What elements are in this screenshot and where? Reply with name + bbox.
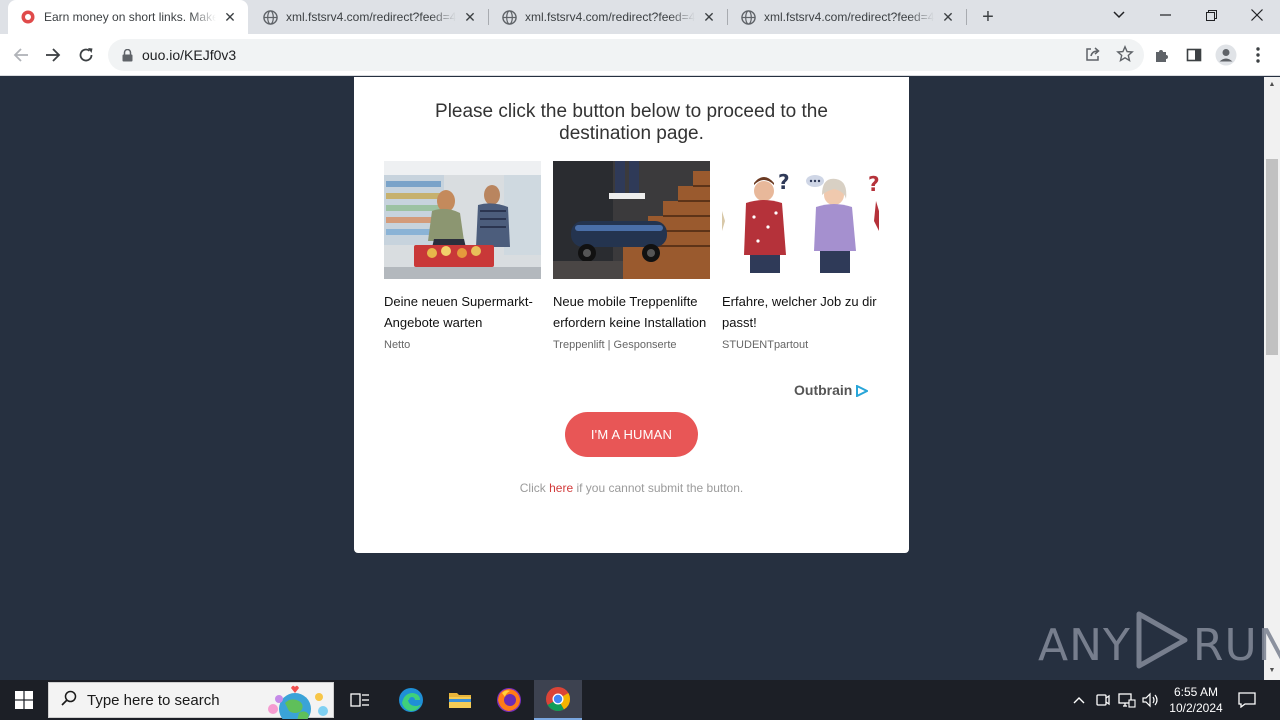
svg-text:?: ? bbox=[778, 170, 790, 194]
tab-title: xml.fstsrv4.com/redirect?feed=4 bbox=[525, 10, 695, 24]
taskbar-search-input[interactable]: Type here to search bbox=[48, 682, 334, 720]
close-window-icon[interactable] bbox=[1234, 0, 1280, 30]
ad-title[interactable]: Deine neuen Supermarkt-Angebote warten bbox=[384, 291, 541, 333]
minimize-icon[interactable] bbox=[1142, 0, 1188, 30]
clock-date: 10/2/2024 bbox=[1169, 701, 1223, 715]
scroll-up-arrow-icon[interactable]: ▲ bbox=[1268, 81, 1276, 89]
firefox-icon[interactable] bbox=[484, 680, 534, 720]
menu-kebab-icon[interactable] bbox=[1245, 42, 1271, 68]
tab-title: xml.fstsrv4.com/redirect?feed=4 bbox=[286, 10, 456, 24]
volume-icon[interactable] bbox=[1141, 680, 1161, 720]
fallback-text: Click here if you cannot submit the butt… bbox=[354, 481, 909, 495]
watermark-left: ANY bbox=[1038, 620, 1131, 671]
url-text: ouo.io/KEJf0v3 bbox=[142, 47, 237, 63]
tab-redirect-3[interactable]: xml.fstsrv4.com/redirect?feed=4 ✕ bbox=[728, 0, 966, 34]
fallback-here-link[interactable]: here bbox=[549, 481, 573, 495]
tab-close-icon[interactable]: ✕ bbox=[940, 9, 956, 25]
im-a-human-button[interactable]: I'M A HUMAN bbox=[565, 412, 698, 457]
content-card: Please click the button below to proceed… bbox=[354, 77, 909, 553]
search-placeholder: Type here to search bbox=[87, 691, 220, 709]
file-explorer-icon[interactable] bbox=[436, 680, 484, 720]
ad-item-job-quiz[interactable]: ? ? Erfahre, welcher Job zu dir passt! S… bbox=[722, 161, 879, 351]
browser-toolbar: ouo.io/KEJf0v3 bbox=[0, 34, 1280, 76]
windows-taskbar: Type here to search 6:55 AM 10/2/2024 bbox=[0, 680, 1280, 720]
ouo-favicon-icon bbox=[20, 9, 36, 25]
anyrun-watermark: ANY RUN bbox=[1038, 610, 1280, 681]
share-icon[interactable] bbox=[1084, 45, 1102, 68]
restore-icon[interactable] bbox=[1188, 0, 1234, 30]
profile-avatar-icon[interactable] bbox=[1213, 42, 1239, 68]
outbrain-logo[interactable]: Outbrain bbox=[794, 382, 870, 398]
watermark-play-icon bbox=[1133, 610, 1191, 681]
tab-redirect-2[interactable]: xml.fstsrv4.com/redirect?feed=4 ✕ bbox=[489, 0, 727, 34]
forward-arrow-icon[interactable] bbox=[40, 42, 66, 68]
search-highlight-globe-icon bbox=[259, 683, 331, 720]
back-arrow-icon[interactable] bbox=[8, 42, 34, 68]
ad-source: STUDENTpartout bbox=[722, 339, 809, 351]
adchoices-play-icon[interactable] bbox=[856, 384, 870, 398]
network-icon[interactable] bbox=[1117, 680, 1137, 720]
tab-search-chevron-icon[interactable] bbox=[1096, 0, 1142, 30]
reload-icon[interactable] bbox=[73, 42, 99, 68]
svg-text:?: ? bbox=[868, 172, 879, 196]
fallback-prefix: Click bbox=[519, 481, 550, 495]
lock-icon[interactable] bbox=[122, 48, 134, 62]
ad-item-stairlift[interactable]: Neue mobile Treppenlifte erfordern keine… bbox=[553, 161, 710, 351]
tray-chevron-up-icon[interactable] bbox=[1070, 680, 1088, 720]
tab-close-icon[interactable]: ✕ bbox=[222, 9, 238, 25]
globe-icon bbox=[740, 9, 756, 25]
ad-title[interactable]: Erfahre, welcher Job zu dir passt! bbox=[722, 291, 879, 333]
tab-close-icon[interactable]: ✕ bbox=[701, 9, 717, 25]
ad-item-supermarket[interactable]: Deine neuen Supermarkt-Angebote warten N… bbox=[384, 161, 541, 351]
watermark-right: RUN bbox=[1192, 620, 1280, 671]
meet-now-icon[interactable] bbox=[1094, 680, 1112, 720]
ad-source: Netto bbox=[384, 339, 411, 351]
tab-strip: Earn money on short links. Make ✕ xml.fs… bbox=[0, 0, 1280, 34]
bookmark-star-icon[interactable] bbox=[1116, 45, 1134, 68]
globe-icon bbox=[501, 9, 517, 25]
tab-separator bbox=[966, 9, 967, 25]
page-viewport: Please click the button below to proceed… bbox=[0, 77, 1264, 680]
page-heading: Please click the button below to proceed… bbox=[435, 101, 828, 144]
tab-close-icon[interactable]: ✕ bbox=[462, 9, 478, 25]
extensions-puzzle-icon[interactable] bbox=[1149, 42, 1175, 68]
notifications-icon[interactable] bbox=[1236, 680, 1258, 720]
page-scrollbar[interactable]: ▲ ▼ bbox=[1264, 77, 1280, 680]
address-bar[interactable]: ouo.io/KEJf0v3 bbox=[108, 39, 1144, 71]
globe-icon bbox=[262, 9, 278, 25]
tab-redirect-1[interactable]: xml.fstsrv4.com/redirect?feed=4 ✕ bbox=[250, 0, 488, 34]
clock-time: 6:55 AM bbox=[1173, 685, 1219, 699]
fallback-suffix: if you cannot submit the button. bbox=[573, 481, 744, 495]
tab-title: Earn money on short links. Make bbox=[44, 10, 216, 24]
search-icon bbox=[61, 690, 77, 711]
ad-thumbnail[interactable] bbox=[553, 161, 710, 279]
ad-thumbnail[interactable]: ? ? bbox=[722, 161, 879, 279]
scroll-thumb[interactable] bbox=[1266, 159, 1278, 355]
taskbar-clock[interactable]: 6:55 AM 10/2/2024 bbox=[1160, 684, 1232, 716]
chrome-taskbar-icon[interactable] bbox=[534, 680, 582, 720]
task-view-icon[interactable] bbox=[336, 680, 384, 720]
ad-title[interactable]: Neue mobile Treppenlifte erfordern keine… bbox=[553, 291, 710, 333]
edge-browser-icon[interactable] bbox=[386, 680, 436, 720]
ad-source: Treppenlift | Gesponserte bbox=[553, 339, 677, 351]
tab-ouo[interactable]: Earn money on short links. Make ✕ bbox=[8, 0, 248, 34]
windows-start-icon[interactable] bbox=[0, 680, 48, 720]
side-panel-icon[interactable] bbox=[1181, 42, 1207, 68]
outbrain-label: Outbrain bbox=[794, 382, 853, 398]
ad-thumbnail[interactable] bbox=[384, 161, 541, 279]
tab-title: xml.fstsrv4.com/redirect?feed=4 bbox=[764, 10, 934, 24]
new-tab-button[interactable]: + bbox=[976, 5, 1000, 29]
